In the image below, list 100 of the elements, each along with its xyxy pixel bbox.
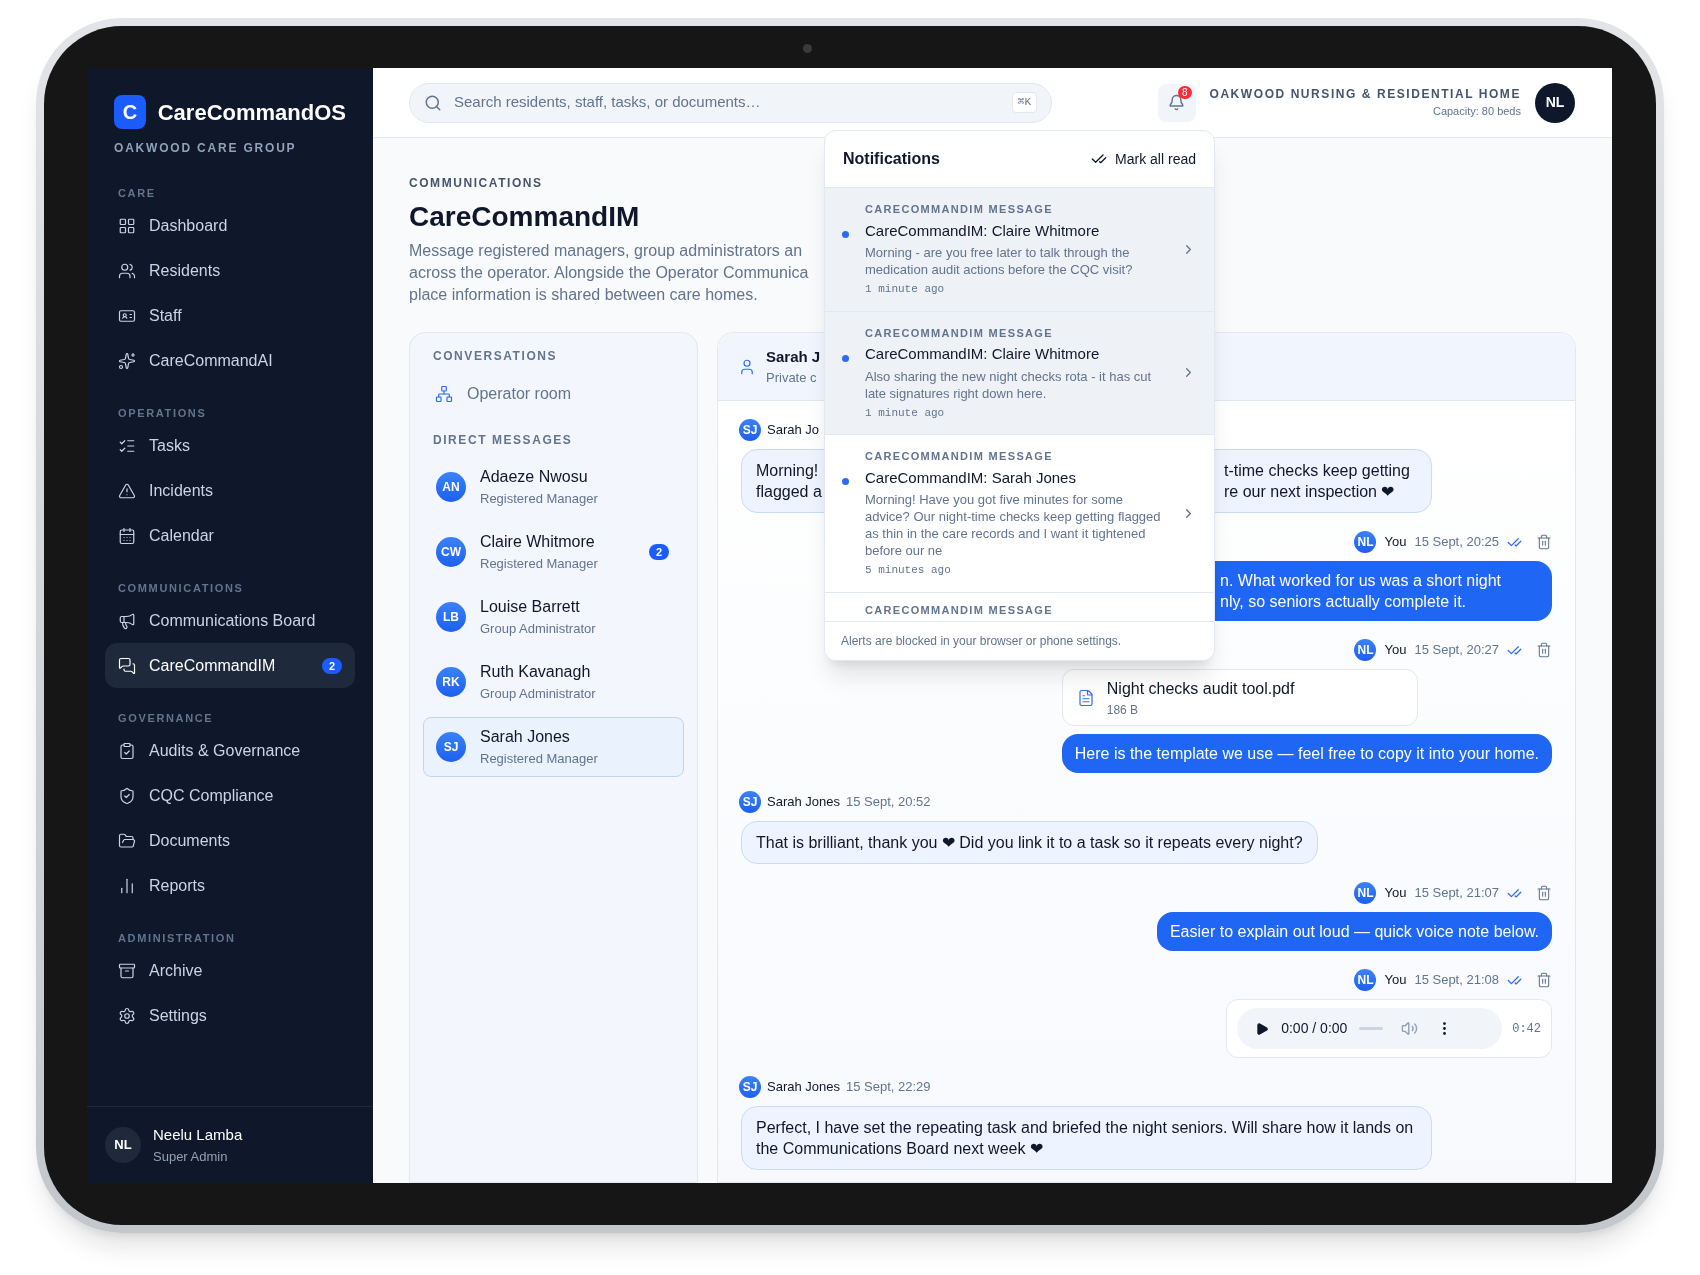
delete-icon[interactable] <box>1536 972 1552 988</box>
contact-name: Claire Whitmore <box>480 532 596 553</box>
message-time: 15 Sept, 21:08 <box>1414 971 1499 990</box>
search-bar[interactable]: Search residents, staff, tasks, or documents… ⌘K <box>409 82 1052 123</box>
bar-chart-icon <box>118 876 136 895</box>
notification-time: 1 minute ago <box>865 282 946 297</box>
search-input[interactable]: Search residents, staff, tasks, or documents… <box>454 91 1000 114</box>
nav-item[interactable]: CareCommandIM 2 <box>105 643 355 688</box>
notification-item[interactable]: CARECOMMANDIM MESSAGE CareCommandIM: Claire Whitmore Also sharing the new night checks rota - it has cut late signatures right down here. 1 minute ago <box>825 311 1214 435</box>
nav-item[interactable]: Tasks <box>105 423 355 468</box>
notifications-button[interactable]: 8 <box>1157 83 1196 122</box>
contact-role: Group Administrator <box>480 685 597 704</box>
page-title: CareCommandIM <box>409 200 640 234</box>
message-bubble: Easier to explain out loud — quick voice note below. <box>1156 912 1552 951</box>
clipboard-check-icon <box>118 741 136 760</box>
sender-name: Sarah Jones <box>767 1078 840 1097</box>
unread-badge: 2 <box>648 544 669 560</box>
panel-heading: DIRECT MESSAGES <box>432 432 574 449</box>
nav-item[interactable]: Dashboard <box>105 203 355 248</box>
chat-title: Sarah J <box>766 346 821 367</box>
contact-item[interactable]: CW Claire Whitmore Registered Manager 2 <box>423 522 684 582</box>
contact-avatar: RK <box>436 667 466 697</box>
message-time: 15 Sept, 20:27 <box>1414 641 1499 660</box>
contact-avatar: NL <box>1354 969 1377 991</box>
notification-category: CARECOMMANDIM MESSAGE <box>865 449 1054 464</box>
chat-subtitle: Private c <box>766 369 818 387</box>
sender-name: You <box>1384 641 1407 660</box>
notification-badge: 8 <box>1177 85 1192 99</box>
grid-icon <box>118 216 136 235</box>
play-icon[interactable] <box>1255 1021 1270 1036</box>
mark-all-read-button[interactable]: Mark all read <box>1091 148 1196 170</box>
search-icon <box>424 93 442 112</box>
delete-icon[interactable] <box>1536 885 1552 901</box>
contact-item[interactable]: AN Adaeze Nwosu Registered Manager <box>423 457 684 517</box>
nav-item[interactable]: Audits & Governance <box>105 728 355 773</box>
notification-title: CareCommandIM: Claire Whitmore <box>865 220 1101 241</box>
document-icon <box>1076 688 1095 707</box>
contact-item[interactable]: RK Ruth Kavanagh Group Administrator <box>423 652 684 712</box>
contact-avatar: NL <box>1354 639 1377 661</box>
contact-avatar: SJ <box>739 419 761 441</box>
panel-heading: CONVERSATIONS <box>432 348 559 365</box>
nav-item[interactable]: Incidents <box>105 468 355 513</box>
contact-item[interactable]: SJ Sarah Jones Registered Manager <box>423 717 684 777</box>
section-heading: COMMUNICATIONS <box>117 581 245 596</box>
nav-item[interactable]: Staff <box>105 293 355 338</box>
dropdown-title: Notifications <box>843 149 940 169</box>
settings-icon <box>118 1006 136 1025</box>
logo-mark: C <box>114 95 146 129</box>
warning-icon <box>118 481 136 500</box>
person-icon <box>738 357 756 376</box>
nav-item[interactable]: CQC Compliance <box>105 773 355 818</box>
file-attachment[interactable]: Night checks audit tool.pdf 186 B <box>1061 669 1418 726</box>
contact-name: Ruth Kavanagh <box>480 662 592 683</box>
megaphone-icon <box>118 611 136 630</box>
message-time: 15 Sept, 22:29 <box>846 1078 931 1097</box>
contact-avatar: NL <box>1354 882 1377 904</box>
contact-item[interactable]: LB Louise Barrett Group Administrator <box>423 587 684 647</box>
breadcrumb: COMMUNICATIONS <box>409 175 544 192</box>
message-bubble: That is brilliant, thank you ❤ Did you link it to a task so it repeats every night? <box>741 821 1318 864</box>
notification-item[interactable]: CARECOMMANDIM MESSAGE <box>825 592 1214 622</box>
nav-item[interactable]: Settings <box>105 993 355 1038</box>
notification-title: CareCommandIM: Sarah Jones <box>865 467 1077 488</box>
nav-item[interactable]: Residents <box>105 248 355 293</box>
nav-item[interactable]: CareCommandAI <box>105 338 355 383</box>
notification-item[interactable] <box>825 435 1214 593</box>
contact-avatar: CW <box>436 537 466 567</box>
delete-icon[interactable] <box>1536 534 1552 550</box>
progress-track[interactable] <box>1359 1027 1384 1030</box>
page-description: Message registered managers, group administrators an across the operator. Alongside the Operator Communica place information is shared between care homes. <box>409 241 809 305</box>
nav-item[interactable]: Documents <box>105 818 355 863</box>
audio-player[interactable]: 0:00 / 0:00 <box>1237 1008 1503 1049</box>
sender-name: Sarah Jo <box>767 421 820 440</box>
volume-icon[interactable] <box>1401 1020 1419 1037</box>
nav-item[interactable]: Communications Board <box>105 598 355 643</box>
count-badge: 2 <box>321 657 342 674</box>
shield-check-icon <box>118 786 136 805</box>
playback-time: 0:00 / 0:00 <box>1281 1019 1348 1038</box>
message-bubble: Here is the template we use — feel free to copy it into your home. <box>1061 734 1552 773</box>
section-heading: ADMINISTRATION <box>117 931 237 946</box>
nav-item[interactable]: Calendar <box>105 513 355 558</box>
nav-item[interactable]: Reports <box>105 863 355 908</box>
profile-avatar[interactable]: NL <box>1535 82 1575 123</box>
room-item[interactable]: Operator room <box>423 377 684 411</box>
notification-item[interactable]: CARECOMMANDIM MESSAGE CareCommandIM: Claire Whitmore Morning - are you free later to talk through the medication audit actions before the CQC visit? 1 minute ago <box>825 188 1214 312</box>
section-heading: OPERATIONS <box>117 406 208 421</box>
audio-duration: 0:42 <box>1512 1020 1541 1038</box>
delete-icon[interactable] <box>1536 642 1552 658</box>
notification-time: 1 minute ago <box>865 405 946 421</box>
message-time: 15 Sept, 20:25 <box>1414 533 1499 552</box>
contact-avatar: SJ <box>436 732 466 762</box>
bell-icon <box>1168 94 1185 111</box>
file-name: Night checks audit tool.pdf <box>1106 678 1295 699</box>
notification-text: Also sharing the new night checks rota - it has cut late signatures right down here. <box>865 367 1153 402</box>
contact-avatar: NL <box>1354 531 1377 553</box>
notification-text: Morning - are you free later to talk through the medication audit actions before the CQC visit? <box>865 244 1134 278</box>
message-time: 15 Sept, 21:07 <box>1414 884 1499 903</box>
care-home-name: OAKWOOD NURSING & RESIDENTIAL HOME <box>1209 86 1521 104</box>
sparkles-icon <box>118 351 136 370</box>
calendar-icon <box>118 526 136 545</box>
nav-item[interactable]: Archive <box>105 948 355 993</box>
